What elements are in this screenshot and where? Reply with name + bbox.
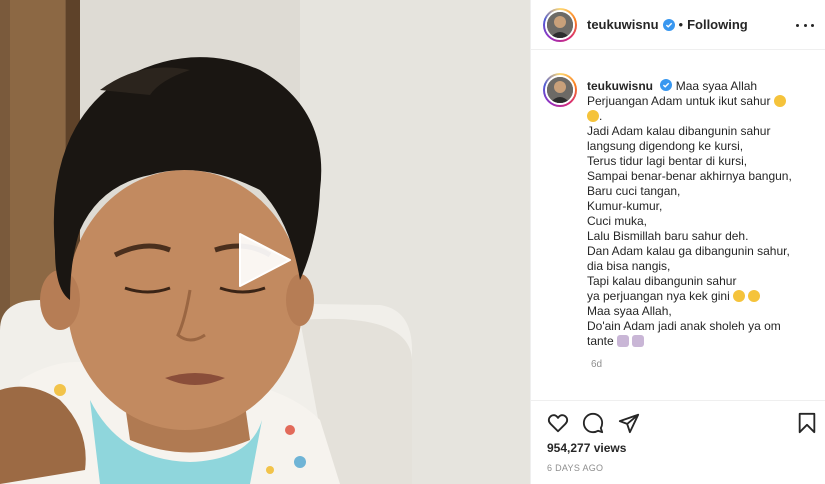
- bookmark-icon[interactable]: [796, 412, 818, 434]
- caption-line: Maa syaa Allah: [675, 79, 758, 93]
- caption-username[interactable]: teukuwisnu: [587, 79, 653, 93]
- caption-time-ago[interactable]: 6d: [591, 359, 825, 370]
- caption-line: Tapi kalau dibangunin sahur: [587, 274, 737, 288]
- caption-line: Sampai benar-benar akhirnya bangun,: [587, 169, 792, 183]
- caption-author-avatar[interactable]: [543, 73, 577, 107]
- caption-line: Baru cuci tangan,: [587, 184, 681, 198]
- caption-line: Jadi Adam kalau dibangunin sahur: [587, 124, 771, 138]
- post-video[interactable]: [0, 0, 530, 484]
- following-button[interactable]: Following: [687, 17, 748, 32]
- caption-line: dia bisa nangis,: [587, 259, 671, 273]
- caption-line: Kumur-kumur,: [587, 199, 663, 213]
- post-sidebar: teukuwisnu • Following teukuwisnu Maa sy…: [530, 0, 825, 484]
- caption-line: .: [599, 109, 603, 123]
- caption-section: teukuwisnu Maa syaa Allah Perjuangan Ada…: [531, 62, 825, 370]
- author-avatar[interactable]: [543, 7, 577, 42]
- comment-icon[interactable]: [582, 412, 604, 434]
- folded-hands-emoji: [632, 335, 645, 347]
- verified-badge-icon: [660, 79, 673, 91]
- caption-line: Cuci muka,: [587, 214, 648, 228]
- caption-line: tante: [587, 334, 614, 348]
- more-options-icon[interactable]: [796, 17, 814, 33]
- separator-dot: •: [678, 17, 684, 32]
- share-icon[interactable]: [618, 412, 640, 434]
- caption-line: Lalu Bismillah baru sahur deh.: [587, 229, 749, 243]
- post-header: teukuwisnu • Following: [531, 0, 825, 50]
- caption-line: Dan Adam kalau ga dibangunin sahur,: [587, 244, 790, 258]
- view-count[interactable]: 954,277 views: [547, 441, 626, 455]
- play-icon[interactable]: [232, 228, 296, 292]
- caption-line: ya perjuangan nya kek gini: [587, 289, 730, 303]
- action-bar: [531, 400, 825, 440]
- caption-line: Maa syaa Allah,: [587, 304, 672, 318]
- author-username[interactable]: teukuwisnu: [587, 17, 659, 32]
- grinning-sweat-emoji: [748, 290, 761, 302]
- caption-line: Do'ain Adam jadi anak sholeh ya om: [587, 319, 781, 333]
- post-date[interactable]: 6 DAYS AGO: [547, 463, 603, 473]
- grinning-sweat-emoji: [773, 95, 786, 107]
- heart-icon[interactable]: [547, 412, 569, 434]
- caption-line: Terus tidur lagi bentar di kursi,: [587, 154, 748, 168]
- caption-line: langsung digendong ke kursi,: [587, 139, 744, 153]
- caption-text: teukuwisnu Maa syaa Allah Perjuangan Ada…: [587, 79, 817, 349]
- grinning-sweat-emoji: [587, 110, 599, 122]
- caption-line: Perjuangan Adam untuk ikut sahur: [587, 94, 771, 108]
- grinning-sweat-emoji: [733, 290, 746, 302]
- folded-hands-emoji: [617, 335, 630, 347]
- verified-badge-icon: [662, 18, 675, 31]
